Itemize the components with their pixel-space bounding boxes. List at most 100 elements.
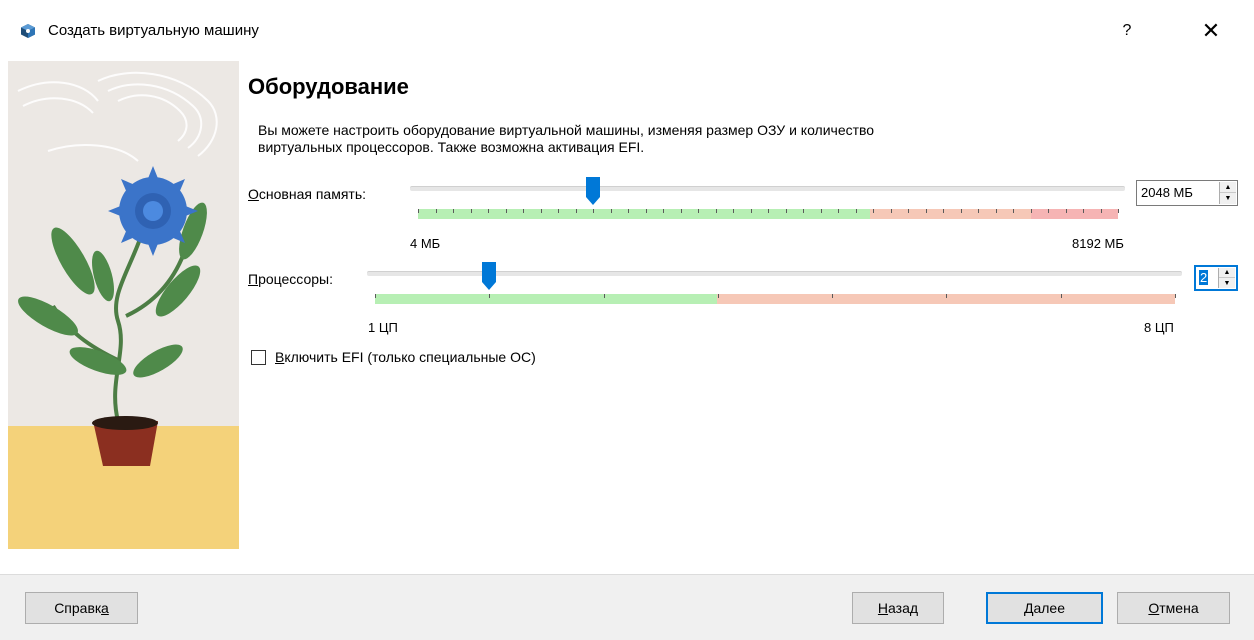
memory-scale-tick	[418, 209, 419, 213]
next-button-label: алее	[1033, 600, 1065, 616]
memory-scale-tick	[751, 209, 752, 213]
memory-scale	[418, 209, 1119, 219]
window-title: Создать виртуальную машину	[48, 22, 259, 39]
memory-scale-tick	[593, 209, 594, 213]
memory-min-label: 4 МБ	[410, 236, 441, 251]
memory-spinbox[interactable]: 2048 МБ ▲ ▼	[1136, 180, 1238, 206]
cpu-value-selected: 2	[1199, 270, 1209, 285]
memory-spin-arrows: ▲ ▼	[1219, 182, 1236, 204]
memory-scale-tick	[856, 209, 857, 213]
description-line-1: Вы можете настроить оборудование виртуал…	[258, 122, 875, 138]
cpu-scale-safe	[375, 294, 718, 304]
cpu-label: Процессоры:	[248, 271, 333, 287]
memory-scale-tick	[1013, 209, 1014, 213]
spin-up-icon[interactable]: ▲	[1219, 268, 1235, 278]
cancel-button-label: тмена	[1159, 600, 1199, 616]
button-bar: Справк а Назад Далее Отмена	[0, 574, 1254, 640]
back-button-mnemonic: Н	[877, 600, 889, 616]
memory-scale-tick	[821, 209, 822, 213]
plant-illustration	[8, 61, 239, 549]
memory-scale-tick	[663, 209, 664, 213]
memory-scale-tick	[943, 209, 944, 213]
memory-scale-tick	[611, 209, 612, 213]
page-title: Оборудование	[248, 74, 409, 99]
cpu-label-text: роцессоры:	[258, 271, 333, 287]
help-button-label: Справк	[54, 600, 102, 616]
memory-scale-tick	[453, 209, 454, 213]
memory-scale-tick	[733, 209, 734, 213]
cpu-scale-tick	[489, 294, 490, 298]
memory-label-mnemonic: О	[248, 186, 259, 202]
cpu-spinbox[interactable]: 2 ▲ ▼	[1194, 265, 1238, 291]
efi-checkbox[interactable]	[251, 350, 266, 365]
memory-scale-tick	[628, 209, 629, 213]
memory-scale-tick	[576, 209, 577, 213]
help-button-mnemonic: а	[101, 600, 109, 616]
memory-scale-tick	[436, 209, 437, 213]
cpu-label-mnemonic: П	[248, 271, 259, 287]
memory-scale-tick	[873, 209, 874, 213]
memory-scale-tick	[926, 209, 927, 213]
memory-scale-tick	[1066, 209, 1067, 213]
memory-scale-tick	[541, 209, 542, 213]
cpu-scale-tick	[1175, 294, 1176, 298]
cancel-button[interactable]: Отмена	[1117, 592, 1230, 624]
memory-scale-tick	[891, 209, 892, 213]
cancel-button-mnemonic: О	[1148, 600, 1160, 616]
memory-slider-handle[interactable]	[585, 176, 601, 206]
close-icon[interactable]: ✕	[1196, 16, 1226, 46]
memory-scale-tick	[1048, 209, 1049, 213]
cpu-min-label: 1 ЦП	[368, 320, 398, 335]
memory-scale-tick	[768, 209, 769, 213]
cpu-scale-tick	[604, 294, 605, 298]
cpu-value: 2	[1199, 270, 1209, 285]
cpu-scale-tick	[1061, 294, 1062, 298]
memory-slider-groove[interactable]	[410, 186, 1125, 191]
spin-down-icon[interactable]: ▼	[1220, 193, 1236, 204]
cpu-scale	[375, 294, 1176, 304]
memory-scale-tick	[698, 209, 699, 213]
memory-scale-safe	[418, 209, 870, 219]
cpu-scale-tick	[375, 294, 376, 298]
efi-label-mnemonic: В	[275, 349, 285, 365]
cpu-spin-arrows: ▲ ▼	[1218, 268, 1235, 288]
memory-label-text: сновная память:	[258, 186, 367, 202]
memory-scale-tick	[786, 209, 787, 213]
memory-scale-tick	[716, 209, 717, 213]
memory-scale-tick	[996, 209, 997, 213]
spin-down-icon[interactable]: ▼	[1219, 278, 1235, 288]
memory-scale-tick	[961, 209, 962, 213]
memory-scale-danger	[1030, 209, 1118, 219]
spin-up-icon[interactable]: ▲	[1220, 182, 1236, 193]
efi-label[interactable]: Включить EFI (только специальные ОС)	[275, 349, 536, 365]
memory-scale-tick	[558, 209, 559, 213]
memory-max-label: 8192 МБ	[1072, 236, 1124, 251]
next-button[interactable]: Далее	[986, 592, 1103, 624]
help-button[interactable]: Справк а	[25, 592, 138, 624]
memory-scale-tick	[646, 209, 647, 213]
memory-scale-tick	[1101, 209, 1102, 213]
memory-scale-tick	[523, 209, 524, 213]
memory-scale-tick	[978, 209, 979, 213]
back-button-label: азад	[888, 600, 919, 616]
memory-scale-tick	[488, 209, 489, 213]
description-line-2: виртуальных процессоров. Также возможна …	[258, 139, 645, 155]
page-description: Вы можете настроить оборудование виртуал…	[258, 122, 1078, 156]
back-button[interactable]: Назад	[852, 592, 944, 624]
memory-value: 2048 МБ	[1141, 185, 1193, 200]
memory-label: Основная память:	[248, 186, 366, 202]
help-icon[interactable]: ?	[1112, 16, 1142, 46]
memory-scale-tick	[1083, 209, 1084, 213]
title-bar: Создать виртуальную машину ? ✕	[0, 0, 1254, 60]
memory-scale-warning	[869, 209, 1031, 219]
memory-scale-tick	[506, 209, 507, 213]
virtualbox-icon	[21, 24, 35, 38]
cpu-scale-tick	[718, 294, 719, 298]
cpu-scale-tick	[946, 294, 947, 298]
memory-scale-tick	[471, 209, 472, 213]
next-button-mnemonic: Д	[1023, 600, 1034, 616]
memory-scale-tick	[1031, 209, 1032, 213]
cpu-max-label: 8 ЦП	[1144, 320, 1174, 335]
cpu-slider-handle[interactable]	[481, 261, 497, 291]
cpu-scale-tick	[832, 294, 833, 298]
